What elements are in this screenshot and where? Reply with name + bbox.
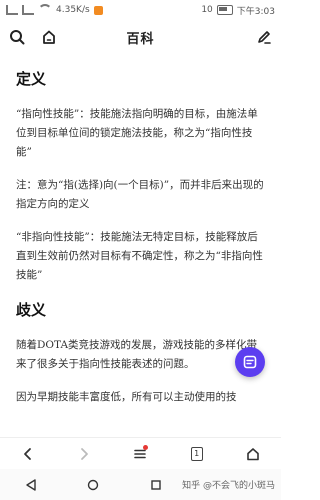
article-content: 定义 “指向性技能”：技能施法指向明确的目标，由施法单位到目标单位间的锁定施法技…	[0, 54, 281, 437]
browser-bottom-nav: 1	[0, 437, 281, 470]
home-button[interactable]	[40, 28, 58, 46]
system-home-button[interactable]	[79, 471, 107, 499]
home-icon	[43, 30, 55, 44]
paragraph-early-skills: 因为早期技能丰富度低，所有可以主动使用的技	[16, 391, 237, 403]
document-icon	[243, 355, 257, 369]
paragraph-dota: 随着DOTA类竞技游戏的发展，游戏技能的多样化带来了很多关于指向性技能表述的问题…	[16, 339, 258, 370]
battery-icon	[216, 5, 233, 15]
wifi-icon	[38, 4, 52, 16]
signal-icon-2	[22, 5, 34, 15]
section-heading-definition: 定义	[16, 70, 47, 88]
search-icon	[10, 30, 25, 45]
zhihu-watermark: 知乎 @不会飞的小斑马	[182, 481, 275, 491]
tab-count: 1	[190, 447, 203, 461]
tabs-button[interactable]: 1	[183, 440, 211, 468]
browser-home-button[interactable]	[239, 440, 267, 468]
paragraph-note: 注：意为“指(选择)向(一个目标)”，而并非后来出现的指定方向的定义	[16, 179, 264, 210]
signal-icon	[6, 5, 18, 15]
battery-level: 10	[201, 5, 213, 15]
paragraph-non-directional-skill: “非指向性技能”：技能施法无特定目标，技能释放后直到生效前仍然对目标有不确定性，…	[16, 231, 263, 281]
pen-icon	[258, 31, 271, 44]
network-speed: 4.35K/s	[56, 5, 90, 15]
menu-button[interactable]	[126, 440, 154, 468]
status-bar: 4.35K/s 10 下午3:03	[0, 0, 281, 20]
notification-dot	[143, 445, 149, 450]
circle-home-icon	[88, 479, 99, 490]
search-button[interactable]	[8, 28, 26, 46]
clock: 下午3:03	[236, 6, 275, 17]
square-recents-icon	[150, 479, 161, 490]
floating-action-button[interactable]	[235, 347, 265, 377]
back-button[interactable]	[14, 440, 42, 468]
system-back-button[interactable]	[17, 471, 45, 499]
section-heading-ambiguity: 歧义	[16, 301, 47, 319]
app-notification-icon	[93, 5, 103, 15]
forward-button[interactable]	[70, 440, 98, 468]
triangle-back-icon	[26, 478, 36, 491]
home-icon	[247, 448, 259, 461]
chevron-left-icon	[24, 448, 31, 460]
chevron-right-icon	[81, 448, 89, 460]
paragraph-directional-skill: “指向性技能”：技能施法指向明确的目标，由施法单位到目标单位间的锁定施法技能，称…	[16, 108, 258, 158]
edit-button[interactable]	[255, 28, 273, 46]
top-toolbar: 百科	[0, 20, 281, 54]
system-recents-button[interactable]	[142, 471, 170, 499]
